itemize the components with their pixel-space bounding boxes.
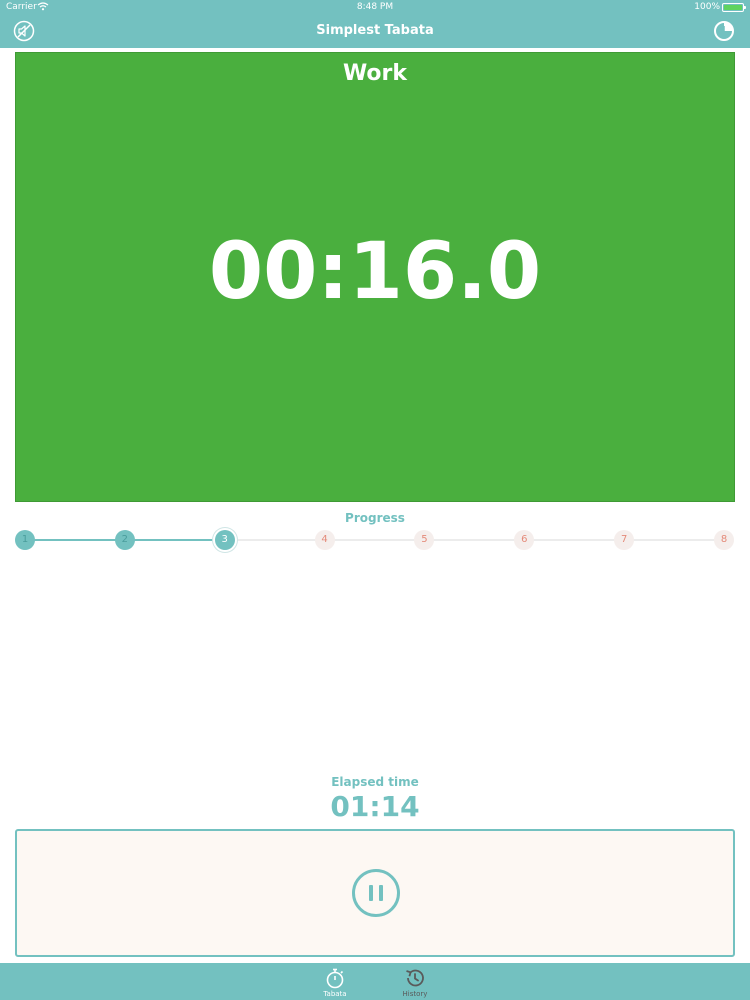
tab-tabata-label: Tabata [323, 990, 347, 998]
status-battery-percent: 100% [694, 2, 720, 12]
history-icon [406, 969, 424, 987]
progress-label: Progress [345, 511, 405, 525]
stats-button[interactable] [712, 19, 736, 43]
tab-tabata[interactable]: Tabata [305, 963, 365, 1000]
phase-label: Work [342, 61, 408, 86]
round-indicator-2: 2 [114, 530, 135, 550]
round-indicator-1: 1 [15, 530, 35, 550]
page-title: Simplest Tabata [316, 23, 434, 38]
countdown-timer: 00:16.0 [208, 227, 542, 317]
progress-segment [524, 539, 625, 541]
stopwatch-icon [326, 968, 344, 989]
clock-pie-icon [714, 21, 734, 41]
pause-button[interactable] [352, 869, 400, 917]
interval-panel: Work 00:16.0 [15, 52, 735, 502]
status-time: 8:48 PM [356, 2, 394, 12]
round-indicator-8: 8 [714, 530, 734, 550]
progress-segment [124, 539, 225, 541]
progress-segment [324, 539, 425, 541]
elapsed-time-label: Elapsed time [331, 775, 419, 789]
tab-bar: Tabata History [0, 963, 750, 1000]
progress-track: 1 2 3 4 5 6 7 8 [0, 525, 750, 555]
progress-segment [224, 539, 325, 541]
control-panel [15, 829, 735, 957]
round-indicator-5: 5 [414, 530, 435, 550]
round-indicator-6: 6 [514, 530, 535, 550]
round-indicator-7: 7 [614, 530, 635, 550]
tab-history[interactable]: History [385, 963, 445, 1000]
progress-segment [424, 539, 525, 541]
battery-icon [722, 3, 746, 12]
tab-history-label: History [402, 990, 428, 998]
app-header: Carrier 8:48 PM 100% Simplest Tabata [0, 0, 750, 48]
round-indicator-4: 4 [314, 530, 335, 550]
elapsed-time-value: 01:14 [330, 790, 420, 823]
progress-segment [624, 539, 724, 541]
progress-segment [25, 539, 125, 541]
round-indicator-3: 3 [214, 530, 235, 550]
